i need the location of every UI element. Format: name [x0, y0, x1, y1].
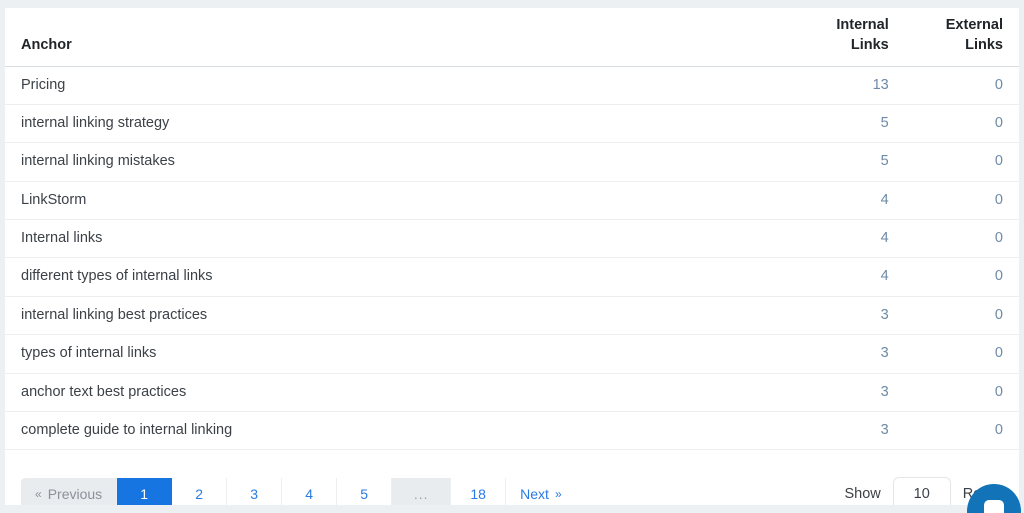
cell-anchor: types of internal links [5, 334, 791, 374]
double-left-chevron-icon: « [35, 486, 42, 501]
cell-internal-links[interactable]: 3 [790, 334, 905, 374]
pagination-page-3[interactable]: 3 [227, 477, 283, 505]
cell-anchor: anchor text best practices [5, 373, 791, 413]
column-header-anchor[interactable]: Anchor [5, 8, 791, 67]
pagination-page-1[interactable]: 1 [117, 477, 173, 505]
pagination-previous-label: Previous [47, 485, 103, 502]
table-row[interactable]: different types of internal links 4 0 [5, 257, 1019, 297]
cell-external-links[interactable]: 0 [904, 257, 1019, 297]
pagination-controls: « Previous 1 2 3 4 5 ... 18 Next » [21, 477, 576, 505]
pagination-next-label: Next [520, 485, 549, 502]
pagination-page-5[interactable]: 5 [337, 477, 393, 505]
cell-anchor: internal linking best practices [5, 296, 791, 336]
cell-external-links[interactable]: 0 [904, 104, 1019, 144]
anchors-table-card: Anchor Internal Links External Links Pri… [5, 8, 1019, 505]
table-row[interactable]: internal linking mistakes 5 0 [5, 142, 1019, 182]
pagination-page-2[interactable]: 2 [172, 477, 228, 505]
table-row[interactable]: complete guide to internal linking 3 0 [5, 411, 1019, 451]
cell-external-links[interactable]: 0 [904, 181, 1019, 221]
cell-anchor: Internal links [5, 219, 791, 259]
pagination-page-4[interactable]: 4 [282, 477, 338, 505]
table-row[interactable]: internal linking best practices 3 0 [5, 296, 1019, 336]
table-row[interactable]: internal linking strategy 5 0 [5, 104, 1019, 144]
column-header-internal-links[interactable]: Internal Links [790, 8, 905, 67]
double-right-chevron-icon: » [554, 486, 562, 501]
cell-anchor: internal linking mistakes [5, 142, 791, 182]
cell-anchor: LinkStorm [5, 181, 791, 221]
column-header-external-links[interactable]: External Links [904, 8, 1019, 67]
cell-external-links[interactable]: 0 [904, 373, 1019, 413]
anchors-table: Anchor Internal Links External Links Pri… [5, 8, 1019, 451]
table-header: Anchor Internal Links External Links [5, 8, 1019, 67]
app-root: Anchor Internal Links External Links Pri… [0, 0, 1024, 513]
cell-external-links[interactable]: 0 [904, 142, 1019, 182]
column-header-anchor-label: Anchor [21, 36, 72, 53]
cell-internal-links[interactable]: 3 [790, 373, 905, 413]
column-header-external-links-line2: Links [965, 36, 1003, 53]
chat-bubble-icon [984, 500, 1004, 513]
rows-per-page-input[interactable] [892, 476, 951, 505]
cell-internal-links[interactable]: 13 [790, 66, 905, 105]
cell-external-links[interactable]: 0 [904, 334, 1019, 374]
cell-anchor: Pricing [5, 66, 791, 105]
cell-internal-links[interactable]: 4 [790, 219, 905, 259]
cell-internal-links[interactable]: 5 [790, 142, 905, 182]
table-body: Pricing 13 0 internal linking strategy 5… [5, 66, 1019, 451]
cell-internal-links[interactable]: 4 [790, 257, 905, 297]
pagination-ellipsis: ... [392, 477, 452, 505]
cell-internal-links[interactable]: 3 [790, 296, 905, 336]
show-label: Show [844, 485, 881, 502]
column-header-internal-links-line2: Links [850, 36, 889, 53]
table-row[interactable]: LinkStorm 4 0 [5, 181, 1019, 221]
pagination-next-button[interactable]: Next » [506, 477, 576, 505]
table-row[interactable]: Internal links 4 0 [5, 219, 1019, 259]
cell-external-links[interactable]: 0 [904, 66, 1019, 105]
cell-external-links[interactable]: 0 [904, 219, 1019, 259]
cell-anchor: complete guide to internal linking [5, 411, 791, 451]
table-header-row: Anchor Internal Links External Links [5, 8, 1019, 67]
pagination-bar: « Previous 1 2 3 4 5 ... 18 Next » Show … [5, 466, 1019, 505]
pagination-page-last[interactable]: 18 [451, 477, 507, 505]
table-row[interactable]: Pricing 13 0 [5, 66, 1019, 105]
cell-anchor: different types of internal links [5, 257, 791, 297]
cell-internal-links[interactable]: 5 [790, 104, 905, 144]
cell-external-links[interactable]: 0 [904, 296, 1019, 336]
cell-internal-links[interactable]: 4 [790, 181, 905, 221]
column-header-external-links-line1: External [945, 17, 1003, 34]
pagination-previous-button[interactable]: « Previous [21, 477, 118, 505]
cell-external-links[interactable]: 0 [904, 411, 1019, 451]
cell-internal-links[interactable]: 3 [790, 411, 905, 451]
table-row[interactable]: types of internal links 3 0 [5, 334, 1019, 374]
table-row[interactable]: anchor text best practices 3 0 [5, 373, 1019, 413]
column-header-internal-links-line1: Internal [836, 17, 889, 34]
cell-anchor: internal linking strategy [5, 104, 791, 144]
